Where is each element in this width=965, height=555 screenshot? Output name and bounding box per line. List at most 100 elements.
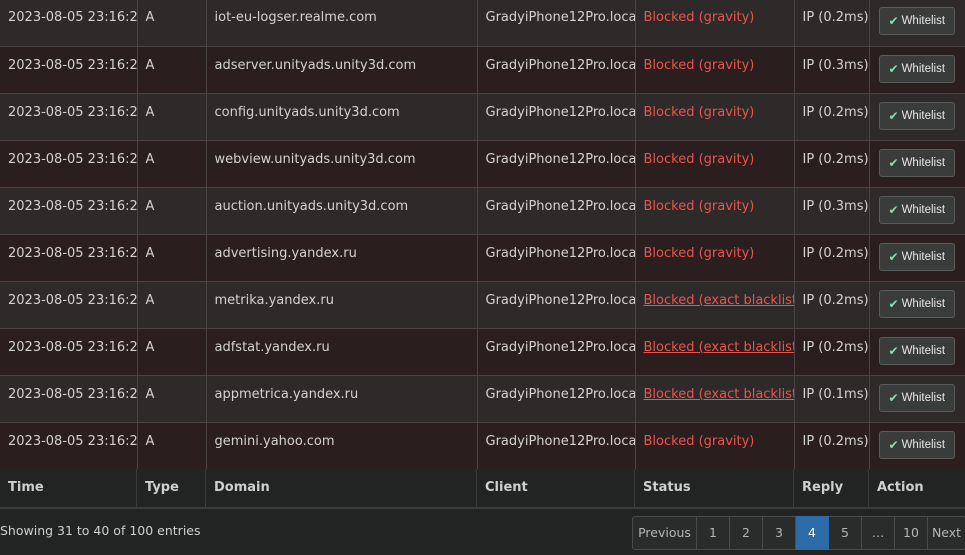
cell-time-text: 2023-08-05 23:16:29 bbox=[8, 57, 137, 73]
cell-time: 2023-08-05 23:16:29 bbox=[0, 422, 138, 470]
cell-action: ✔ Whitelist bbox=[869, 187, 965, 235]
cell-action: ✔ Whitelist bbox=[869, 422, 965, 470]
cell-reply-text: IP (0.2ms) bbox=[802, 339, 869, 355]
pagination-page[interactable]: 2 bbox=[730, 516, 763, 550]
cell-type-text: A bbox=[145, 104, 155, 120]
whitelist-button[interactable]: ✔ Whitelist bbox=[878, 430, 956, 459]
cell-domain-text: auction.unityads.unity3d.com bbox=[214, 198, 409, 214]
pagination-next[interactable]: Next bbox=[928, 516, 965, 550]
cell-client: GradyiPhone12Pro.local bbox=[477, 46, 636, 94]
cell-status: Blocked (gravity) bbox=[635, 93, 795, 141]
cell-time: 2023-08-05 23:16:29 bbox=[0, 187, 138, 235]
cell-domain-text: webview.unityads.unity3d.com bbox=[214, 151, 416, 167]
cell-reply: IP (0.2ms) bbox=[794, 422, 870, 470]
cell-type-text: A bbox=[145, 433, 155, 449]
cell-status-text[interactable]: Blocked (exact blacklist) bbox=[644, 340, 794, 355]
whitelist-button-label: Whitelist bbox=[901, 391, 946, 404]
cell-type: A bbox=[137, 328, 207, 376]
cell-reply-text: IP (0.2ms) bbox=[802, 245, 869, 261]
pagination-page[interactable]: 5 bbox=[829, 516, 862, 550]
column-header-reply[interactable]: Reply bbox=[794, 469, 869, 507]
cell-reply-text: IP (0.2ms) bbox=[802, 292, 869, 308]
cell-reply-text: IP (0.3ms) bbox=[802, 57, 869, 73]
whitelist-button[interactable]: ✔ Whitelist bbox=[878, 383, 956, 412]
cell-reply-text: IP (0.2ms) bbox=[802, 10, 869, 25]
cell-client-text: GradyiPhone12Pro.local bbox=[485, 386, 635, 402]
cell-type-text: A bbox=[145, 151, 155, 167]
cell-action: ✔ Whitelist bbox=[869, 234, 965, 282]
pagination-page[interactable]: 1 bbox=[697, 516, 730, 550]
whitelist-button[interactable]: ✔ Whitelist bbox=[878, 242, 956, 271]
cell-reply: IP (0.1ms) bbox=[794, 375, 870, 423]
cell-domain-text: adserver.unityads.unity3d.com bbox=[214, 57, 417, 73]
cell-client: GradyiPhone12Pro.local bbox=[477, 0, 636, 47]
cell-time: 2023-08-05 23:16:29 bbox=[0, 281, 138, 329]
pagination-previous[interactable]: Previous bbox=[632, 516, 697, 550]
whitelist-button[interactable]: ✔ Whitelist bbox=[878, 289, 956, 318]
cell-client: GradyiPhone12Pro.local bbox=[477, 422, 636, 470]
cell-reply: IP (0.3ms) bbox=[794, 46, 870, 94]
pagination-page-active[interactable]: 4 bbox=[796, 516, 829, 550]
whitelist-button-label: Whitelist bbox=[901, 156, 946, 169]
column-header-domain[interactable]: Domain bbox=[206, 469, 477, 507]
whitelist-button[interactable]: ✔ Whitelist bbox=[878, 148, 956, 177]
cell-client: GradyiPhone12Pro.local bbox=[477, 187, 636, 235]
cell-client: GradyiPhone12Pro.local bbox=[477, 234, 636, 282]
table-row: 2023-08-05 23:16:29 Awebview.unityads.uni… bbox=[0, 140, 965, 188]
cell-domain-text: advertising.yandex.ru bbox=[214, 245, 357, 261]
cell-reply-text: IP (0.2ms) bbox=[802, 433, 869, 449]
cell-time: 2023-08-05 23:16:29 bbox=[0, 375, 138, 423]
pagination-page[interactable]: 10 bbox=[895, 516, 928, 550]
cell-client: GradyiPhone12Pro.local bbox=[477, 140, 636, 188]
table-row: 2023-08-05 23:16:29 Aconfig.unityads.unit… bbox=[0, 93, 965, 141]
cell-status-text: Blocked (gravity) bbox=[643, 104, 755, 120]
cell-reply: IP (0.2ms) bbox=[794, 281, 870, 329]
whitelist-button[interactable]: ✔ Whitelist bbox=[878, 7, 956, 35]
column-header-type[interactable]: Type bbox=[137, 469, 206, 507]
cell-action: ✔ Whitelist bbox=[869, 328, 965, 376]
column-header-client[interactable]: Client bbox=[477, 469, 635, 507]
whitelist-button[interactable]: ✔ Whitelist bbox=[878, 336, 956, 365]
check-icon: ✔ bbox=[888, 343, 899, 358]
whitelist-button[interactable]: ✔ Whitelist bbox=[878, 101, 956, 130]
cell-client-text: GradyiPhone12Pro.local bbox=[485, 198, 635, 214]
cell-type: A bbox=[137, 46, 207, 94]
whitelist-button[interactable]: ✔ Whitelist bbox=[878, 195, 956, 224]
cell-status-text[interactable]: Blocked (exact blacklist) bbox=[644, 387, 794, 402]
cell-domain-text: config.unityads.unity3d.com bbox=[214, 104, 400, 120]
cell-status-text: Blocked (gravity) bbox=[643, 245, 755, 261]
cell-domain: metrika.yandex.ru bbox=[206, 281, 478, 329]
cell-domain: config.unityads.unity3d.com bbox=[206, 93, 478, 141]
query-log-rows: 2023-08-05 23:16:29 Aiot-eu-logser.realme… bbox=[0, 0, 965, 470]
check-icon: ✔ bbox=[888, 14, 899, 28]
table-row: 2023-08-05 23:16:29 Agemini.yahoo.com Grad… bbox=[0, 422, 965, 470]
cell-status: Blocked (gravity) bbox=[635, 140, 795, 188]
table-row: 2023-08-05 23:16:29 Ametrika.yandex.ru Gra… bbox=[0, 281, 965, 329]
cell-client: GradyiPhone12Pro.local bbox=[477, 328, 636, 376]
query-log-table: 2023-08-05 23:16:29 Aiot-eu-logser.realme… bbox=[0, 0, 965, 470]
whitelist-button-label: Whitelist bbox=[901, 438, 946, 451]
cell-type-text: A bbox=[145, 57, 155, 73]
cell-time-text: 2023-08-05 23:16:29 bbox=[8, 339, 137, 355]
cell-type-text: A bbox=[145, 198, 155, 214]
check-icon: ✔ bbox=[888, 296, 899, 311]
whitelist-button[interactable]: ✔ Whitelist bbox=[878, 54, 956, 83]
cell-client-text: GradyiPhone12Pro.local bbox=[485, 10, 635, 25]
cell-type-text: A bbox=[145, 245, 155, 261]
column-header-status[interactable]: Status bbox=[635, 469, 794, 507]
cell-status-text: Blocked (gravity) bbox=[643, 10, 755, 25]
table-row: 2023-08-05 23:16:29 Aiot-eu-logser.realme… bbox=[0, 0, 965, 47]
cell-domain: auction.unityads.unity3d.com bbox=[206, 187, 478, 235]
entries-info: Showing 31 to 40 of 100 entries bbox=[0, 523, 201, 538]
cell-type: A bbox=[137, 187, 207, 235]
column-header-time[interactable]: Time bbox=[0, 469, 137, 507]
cell-domain: adfstat.yandex.ru bbox=[206, 328, 478, 376]
cell-status: Blocked (exact blacklist) bbox=[635, 375, 795, 423]
cell-status-text: Blocked (gravity) bbox=[643, 57, 755, 73]
cell-action: ✔ Whitelist bbox=[869, 93, 965, 141]
cell-status-text[interactable]: Blocked (exact blacklist) bbox=[644, 293, 794, 308]
cell-type-text: A bbox=[145, 386, 155, 402]
cell-domain: advertising.yandex.ru bbox=[206, 234, 478, 282]
cell-status: Blocked (gravity) bbox=[635, 46, 795, 94]
pagination-page[interactable]: 3 bbox=[763, 516, 796, 550]
